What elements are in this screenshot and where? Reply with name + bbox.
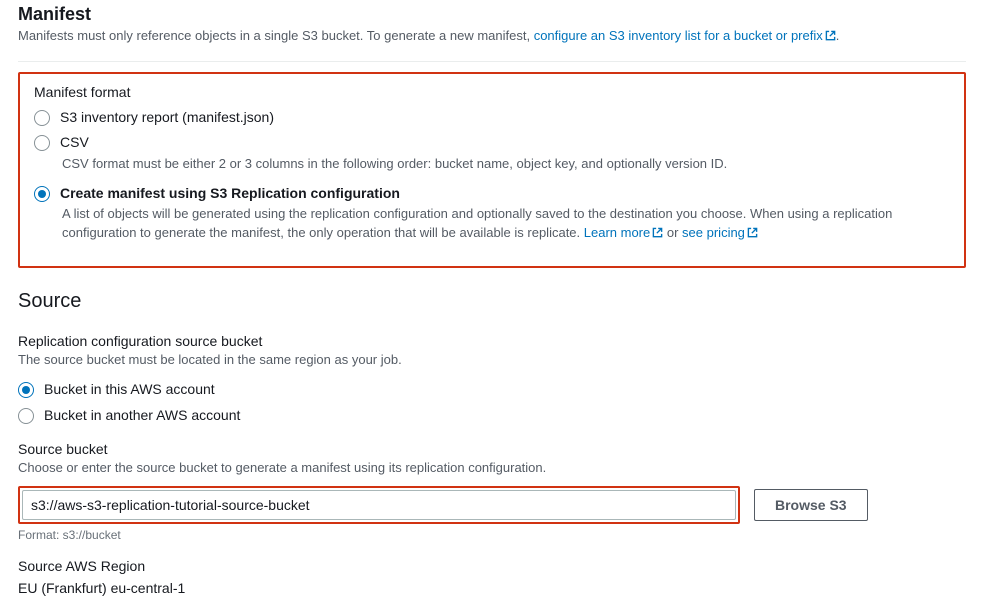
radio-icon <box>34 110 50 126</box>
radio-s3-inventory[interactable]: S3 inventory report (manifest.json) <box>34 108 950 128</box>
radio-label: Create manifest using S3 Replication con… <box>60 184 400 204</box>
external-link-icon <box>825 28 836 47</box>
rep-source-bucket-hint: The source bucket must be located in the… <box>18 351 966 370</box>
external-link-icon <box>747 225 758 244</box>
manifest-format-label: Manifest format <box>34 84 950 100</box>
manifest-format-highlight-box: Manifest format S3 inventory report (man… <box>18 72 966 268</box>
radio-bucket-other-account[interactable]: Bucket in another AWS account <box>18 406 966 426</box>
radio-label: CSV <box>60 133 89 153</box>
radio-icon <box>18 382 34 398</box>
radio-csv[interactable]: CSV <box>34 133 950 153</box>
source-bucket-highlight-box <box>18 486 740 524</box>
source-bucket-label: Source bucket <box>18 441 966 457</box>
source-heading: Source <box>18 290 966 313</box>
learn-more-link[interactable]: Learn more <box>584 225 663 240</box>
radio-icon <box>34 186 50 202</box>
radio-label: Bucket in this AWS account <box>44 380 215 400</box>
manifest-description: Manifests must only reference objects in… <box>18 27 966 47</box>
browse-s3-button[interactable]: Browse S3 <box>754 489 868 521</box>
source-region-label: Source AWS Region <box>18 558 966 574</box>
divider <box>18 61 966 62</box>
radio-icon <box>18 408 34 424</box>
radio-icon <box>34 135 50 151</box>
format-note: Format: s3://bucket <box>18 528 966 542</box>
radio-label: Bucket in another AWS account <box>44 406 240 426</box>
source-bucket-input[interactable] <box>22 490 736 520</box>
radio-replication-config[interactable]: Create manifest using S3 Replication con… <box>34 184 950 204</box>
external-link-icon <box>652 225 663 244</box>
configure-inventory-link[interactable]: configure an S3 inventory list for a buc… <box>534 28 836 43</box>
source-region-value: EU (Frankfurt) eu-central-1 <box>18 580 966 596</box>
replication-hint: A list of objects will be generated usin… <box>62 205 950 244</box>
source-bucket-hint: Choose or enter the source bucket to gen… <box>18 459 966 478</box>
manifest-heading: Manifest <box>18 4 966 25</box>
rep-source-bucket-label: Replication configuration source bucket <box>18 333 966 349</box>
see-pricing-link[interactable]: see pricing <box>682 225 758 240</box>
csv-hint: CSV format must be either 2 or 3 columns… <box>62 155 950 174</box>
radio-bucket-this-account[interactable]: Bucket in this AWS account <box>18 380 966 400</box>
radio-label: S3 inventory report (manifest.json) <box>60 108 274 128</box>
